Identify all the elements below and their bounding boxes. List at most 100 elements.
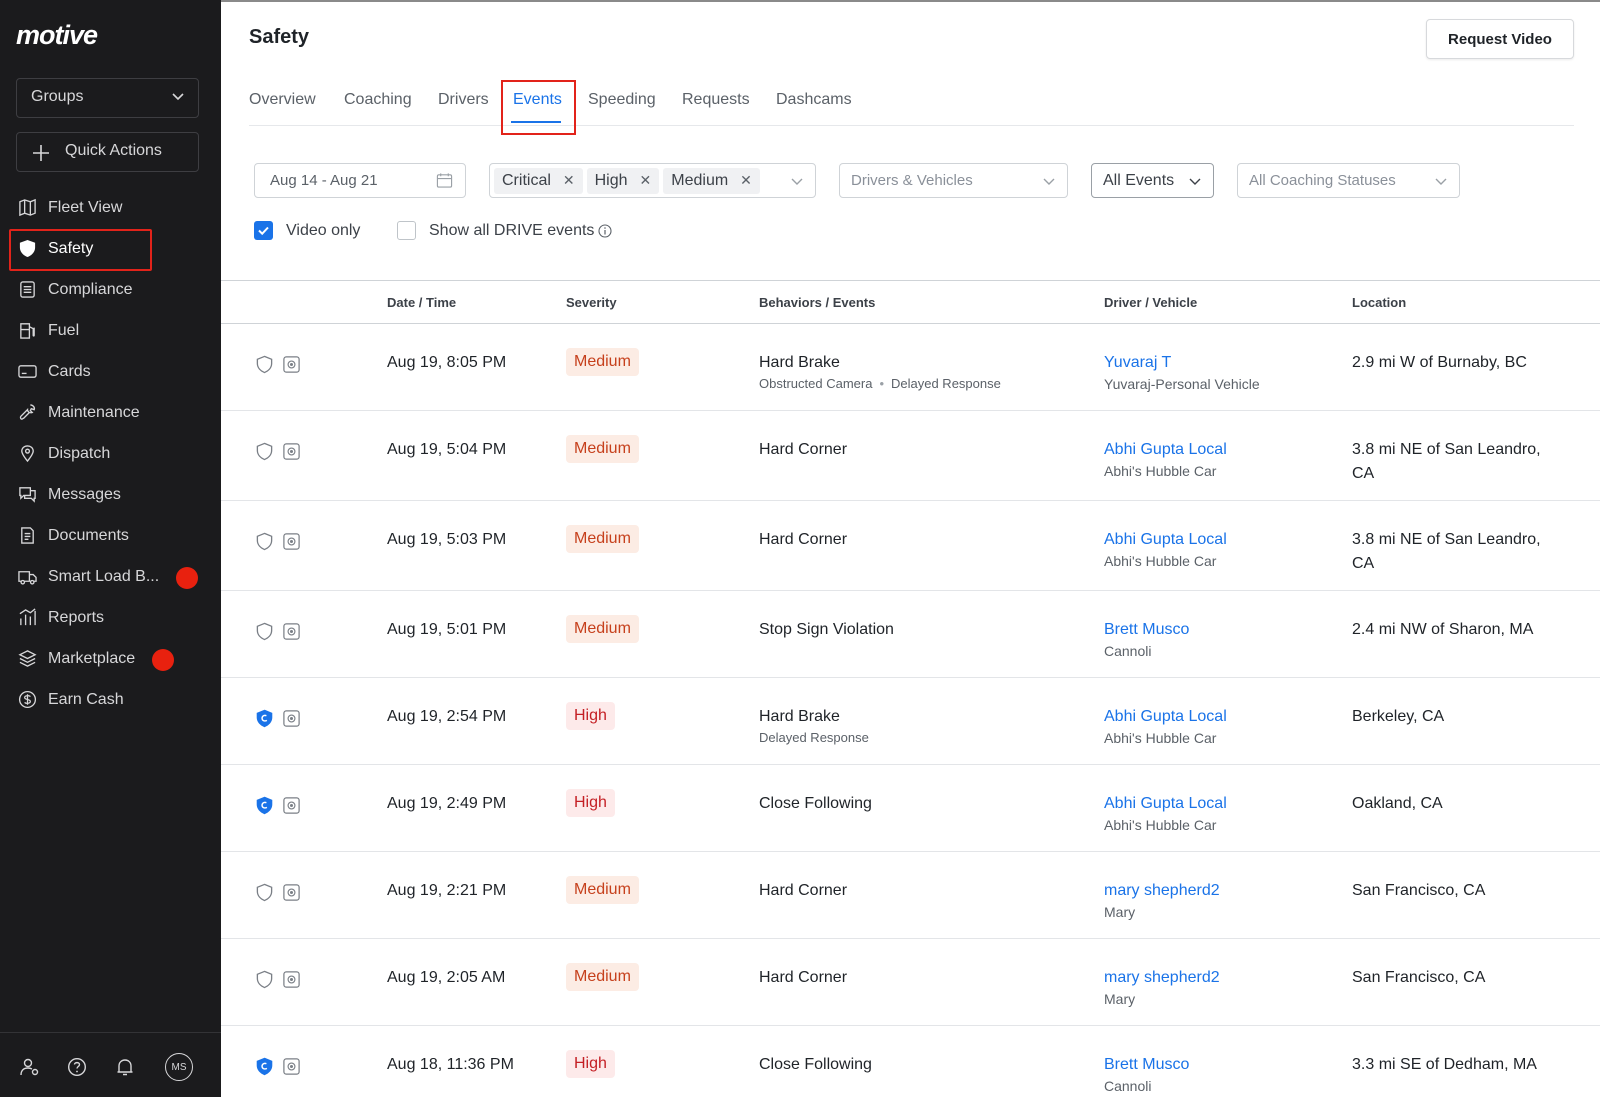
- coached-shield-icon[interactable]: [255, 1057, 274, 1076]
- pin-icon: [21, 445, 34, 463]
- driver-link[interactable]: Abhi Gupta Local: [1104, 531, 1334, 549]
- sidebar-item-fuel[interactable]: Fuel: [0, 310, 221, 351]
- video-icon[interactable]: [282, 883, 301, 902]
- events-tab-highlight-box: [501, 80, 576, 135]
- user-settings-icon[interactable]: [20, 1057, 40, 1077]
- sidebar-item-cards[interactable]: Cards: [0, 351, 221, 392]
- close-icon[interactable]: ✕: [740, 172, 752, 189]
- show-drive-events-toggle[interactable]: Show all DRIVE events: [397, 221, 612, 240]
- severity-filter[interactable]: Critical ✕ High ✕ Medium ✕: [489, 163, 816, 198]
- video-icon[interactable]: [282, 532, 301, 551]
- coached-shield-icon[interactable]: [255, 796, 274, 815]
- table-row[interactable]: Aug 19, 5:04 PM Medium Hard Corner Abhi Gup…: [221, 411, 1600, 501]
- fuel-pump-icon: [20, 323, 35, 339]
- shield-icon[interactable]: [255, 883, 274, 902]
- bell-icon[interactable]: [115, 1057, 135, 1077]
- sidebar-item-compliance[interactable]: Compliance: [0, 269, 221, 310]
- table-row[interactable]: Aug 19, 2:54 PM High Hard Brake Delayed Res…: [221, 678, 1600, 765]
- driver-link[interactable]: Yuvaraj T: [1104, 354, 1334, 372]
- driver-cell: Abhi Gupta Local Abhi's Hubble Car: [1104, 708, 1334, 746]
- event-datetime: Aug 19, 2:05 AM: [387, 969, 506, 986]
- column-header-driver[interactable]: Driver / Vehicle: [1104, 295, 1197, 310]
- shield-icon[interactable]: [255, 355, 274, 374]
- drivers-vehicles-filter[interactable]: Drivers & Vehicles: [839, 163, 1068, 198]
- video-icon[interactable]: [282, 796, 301, 815]
- events-type-filter[interactable]: All Events: [1091, 163, 1214, 198]
- table-row[interactable]: Aug 19, 8:05 PM Medium Hard Brake Obstructe…: [221, 324, 1600, 411]
- tab-overview[interactable]: Overview: [249, 91, 316, 109]
- tab-requests[interactable]: Requests: [682, 91, 750, 109]
- sidebar-item-reports[interactable]: Reports: [0, 597, 221, 638]
- table-row[interactable]: Aug 19, 5:03 PM Medium Hard Corner Abhi Gup…: [221, 501, 1600, 591]
- tab-speeding[interactable]: Speeding: [588, 91, 656, 109]
- tab-coaching[interactable]: Coaching: [344, 91, 412, 109]
- shield-icon[interactable]: [255, 970, 274, 989]
- driver-link[interactable]: Brett Musco: [1104, 621, 1334, 639]
- behavior-cell: Hard Corner: [759, 882, 1079, 900]
- severity-badge: High: [566, 789, 615, 817]
- video-icon[interactable]: [282, 970, 301, 989]
- video-icon[interactable]: [282, 1057, 301, 1076]
- driver-link[interactable]: Brett Musco: [1104, 1056, 1334, 1074]
- sidebar-item-earn-cash[interactable]: Earn Cash: [0, 679, 221, 720]
- table-row[interactable]: Aug 19, 5:01 PM Medium Stop Sign Violation…: [221, 591, 1600, 678]
- location-cell: 3.3 mi SE of Dedham, MA: [1352, 1056, 1537, 1073]
- video-icon[interactable]: [282, 355, 301, 374]
- column-header-datetime[interactable]: Date / Time: [387, 295, 456, 310]
- close-icon[interactable]: ✕: [563, 172, 575, 189]
- column-header-behaviors[interactable]: Behaviors / Events: [759, 295, 875, 310]
- driver-link[interactable]: mary shepherd2: [1104, 969, 1334, 987]
- shield-icon[interactable]: [255, 442, 274, 461]
- sidebar-item-maintenance[interactable]: Maintenance: [0, 392, 221, 433]
- video-icon[interactable]: [282, 442, 301, 461]
- behavior-label: Hard Corner: [759, 882, 848, 899]
- info-icon[interactable]: [598, 223, 612, 238]
- driver-cell: Abhi Gupta Local Abhi's Hubble Car: [1104, 795, 1334, 833]
- motive-logo[interactable]: motive: [16, 20, 98, 51]
- driver-link[interactable]: Abhi Gupta Local: [1104, 795, 1334, 813]
- coaching-status-filter[interactable]: All Coaching Statuses: [1237, 163, 1460, 198]
- sidebar-item-documents[interactable]: Documents: [0, 515, 221, 556]
- sidebar-item-dispatch[interactable]: Dispatch: [0, 433, 221, 474]
- table-row[interactable]: Aug 19, 2:05 AM Medium Hard Corner mary she…: [221, 939, 1600, 1026]
- table-row[interactable]: Aug 19, 2:21 PM Medium Hard Corner mary she…: [221, 852, 1600, 939]
- help-icon[interactable]: [67, 1057, 87, 1077]
- date-range-picker[interactable]: Aug 14 - Aug 21: [254, 163, 466, 198]
- table-row[interactable]: Aug 19, 2:49 PM High Close Following Abhi G…: [221, 765, 1600, 852]
- vehicle-name: Mary: [1104, 904, 1136, 920]
- shield-icon[interactable]: [255, 532, 274, 551]
- video-icon[interactable]: [282, 709, 301, 728]
- column-header-severity[interactable]: Severity: [566, 295, 617, 310]
- behavior-cell: Hard Corner: [759, 969, 1079, 987]
- severity-chip-high[interactable]: High ✕: [586, 167, 660, 194]
- severity-chip-critical[interactable]: Critical ✕: [494, 167, 583, 194]
- table-header: Date / Time Severity Behaviors / Events …: [221, 280, 1600, 324]
- sidebar-item-marketplace[interactable]: Marketplace: [0, 638, 221, 679]
- table-row[interactable]: Aug 18, 11:36 PM High Close Following Brett…: [221, 1026, 1600, 1097]
- driver-link[interactable]: Abhi Gupta Local: [1104, 441, 1334, 459]
- request-video-button[interactable]: Request Video: [1426, 19, 1574, 59]
- severity-chip-medium[interactable]: Medium ✕: [663, 167, 760, 194]
- severity-badge: Medium: [566, 348, 639, 376]
- event-datetime: Aug 19, 8:05 PM: [387, 354, 507, 371]
- quick-actions-button[interactable]: Quick Actions: [16, 132, 199, 172]
- shield-icon[interactable]: [255, 622, 274, 641]
- driver-link[interactable]: mary shepherd2: [1104, 882, 1334, 900]
- video-only-toggle[interactable]: Video only: [254, 221, 360, 240]
- video-icon[interactable]: [282, 622, 301, 641]
- driver-link[interactable]: Abhi Gupta Local: [1104, 708, 1334, 726]
- tab-drivers[interactable]: Drivers: [438, 91, 489, 109]
- avatar[interactable]: MS: [165, 1053, 193, 1081]
- sidebar-item-messages[interactable]: Messages: [0, 474, 221, 515]
- row-status-icons: [255, 970, 301, 989]
- dollar-icon: [18, 690, 37, 709]
- close-icon[interactable]: ✕: [640, 172, 652, 189]
- coached-shield-icon[interactable]: [255, 709, 274, 728]
- safety-highlight-box: [9, 229, 152, 271]
- show-drive-events-checkbox[interactable]: [397, 221, 416, 240]
- tab-dashcams[interactable]: Dashcams: [776, 91, 852, 109]
- column-header-location[interactable]: Location: [1352, 295, 1406, 310]
- video-only-checkbox[interactable]: [254, 221, 273, 240]
- sidebar-item-fleet-view[interactable]: Fleet View: [0, 187, 221, 228]
- groups-dropdown[interactable]: Groups: [16, 78, 199, 118]
